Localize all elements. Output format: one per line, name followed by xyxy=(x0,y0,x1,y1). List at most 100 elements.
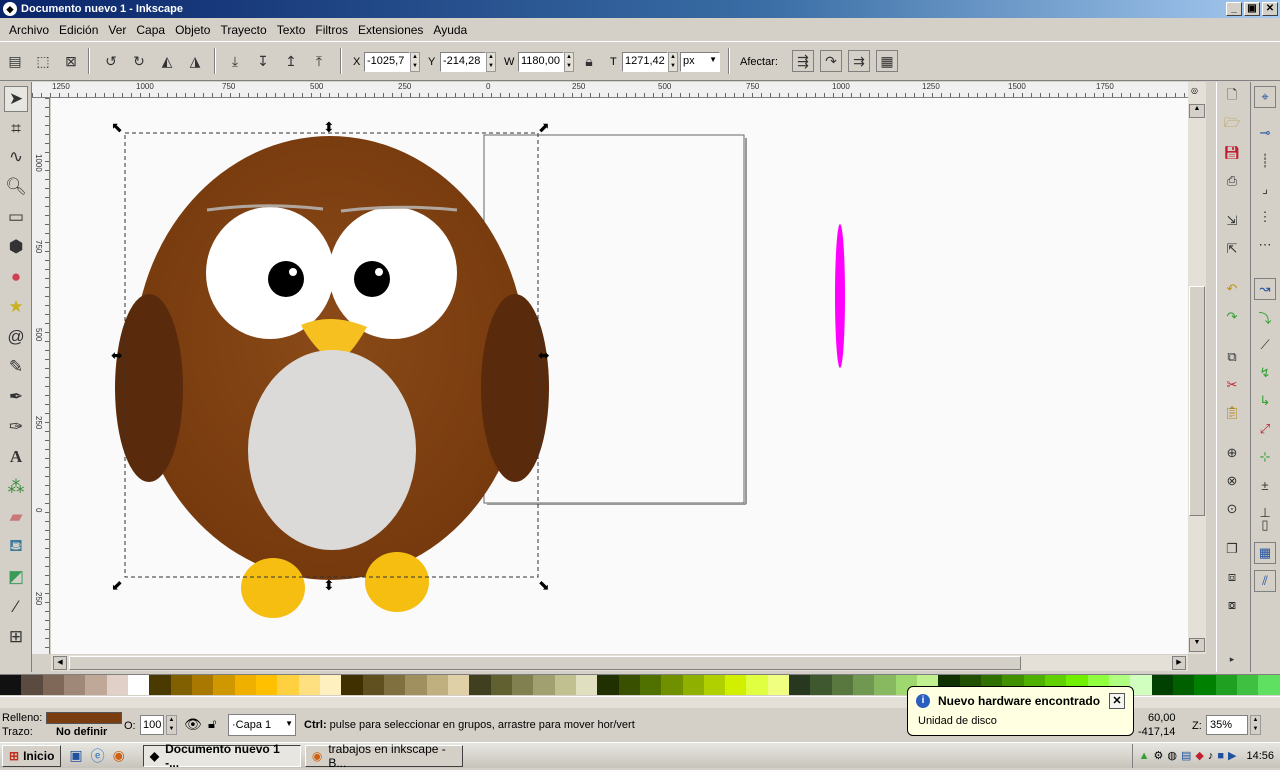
y-spinner[interactable]: ▲ ▼ xyxy=(486,52,496,72)
scale-handle-sw[interactable]: ⬋ xyxy=(111,577,123,593)
eraser-tool-icon[interactable]: ▰ xyxy=(4,504,28,530)
rotate-cw-icon[interactable]: ↻ xyxy=(128,50,150,72)
zoom-selection-icon[interactable]: ⊕ xyxy=(1221,442,1243,464)
cut-icon[interactable]: ✂ xyxy=(1221,374,1243,396)
horizontal-scrollbar[interactable]: ◀ ▶ xyxy=(51,655,1188,671)
height-input[interactable]: 1271,42 xyxy=(622,52,668,72)
scale-handle-w[interactable]: ⬌ xyxy=(111,347,123,363)
zoom-corner-icon[interactable]: ◎ xyxy=(1191,86,1198,95)
palette-swatch[interactable] xyxy=(1237,675,1259,695)
snap-paths-icon[interactable]: ⤵ xyxy=(1254,306,1276,328)
palette-swatch[interactable] xyxy=(405,675,427,695)
palette-swatch[interactable] xyxy=(533,675,555,695)
palette-swatch[interactable] xyxy=(1194,675,1216,695)
menu-ver[interactable]: Ver xyxy=(103,23,131,37)
palette-swatch[interactable] xyxy=(575,675,598,695)
import-icon[interactable]: ⇲ xyxy=(1221,210,1243,232)
duplicate-icon[interactable]: ❐ xyxy=(1221,538,1243,560)
palette-swatch[interactable] xyxy=(426,675,448,695)
snap-bbox-center-icon[interactable]: ⋯ xyxy=(1254,234,1276,256)
owl-belly[interactable] xyxy=(248,350,416,550)
palette-swatch[interactable] xyxy=(21,675,43,695)
redo-icon[interactable]: ↷ xyxy=(1221,306,1243,328)
star-tool-icon[interactable]: ★ xyxy=(4,294,28,320)
rotate-ccw-icon[interactable]: ↺ xyxy=(100,50,122,72)
palette-swatch[interactable] xyxy=(383,675,406,695)
paint-bucket-tool-icon[interactable]: ⛾ xyxy=(4,534,28,560)
palette-swatch[interactable] xyxy=(725,675,747,695)
close-button[interactable]: ✕ xyxy=(1262,2,1278,16)
palette-swatch[interactable] xyxy=(554,675,576,695)
opacity-input[interactable]: 100 xyxy=(140,715,164,735)
paste-icon[interactable]: 📋︎ xyxy=(1221,402,1243,424)
menu-filtros[interactable]: Filtros xyxy=(310,23,353,37)
palette-swatch[interactable] xyxy=(319,675,342,695)
connector-tool-icon[interactable]: ⊞ xyxy=(4,624,28,650)
opacity-spinner[interactable]: ▲ ▼ xyxy=(166,715,177,735)
height-spinner[interactable]: ▲ ▼ xyxy=(668,52,678,72)
pencil-tool-icon[interactable]: ✎ xyxy=(4,354,28,380)
scale-handle-e[interactable]: ⬌ xyxy=(538,347,550,363)
tray-security-icon[interactable]: ◆ xyxy=(1195,749,1203,762)
menu-texto[interactable]: Texto xyxy=(272,23,311,37)
raise-to-top-icon[interactable]: ⤒ xyxy=(308,50,330,72)
palette-swatch[interactable] xyxy=(85,675,107,695)
open-icon[interactable]: 🗁 xyxy=(1221,114,1243,136)
y-input[interactable]: -214,28 xyxy=(440,52,486,72)
selector-tool-icon[interactable]: ➤ xyxy=(4,86,28,112)
firefox-icon[interactable]: ◉ xyxy=(113,747,125,764)
menu-edicion[interactable]: Edición xyxy=(54,23,103,37)
x-spinner[interactable]: ▲ ▼ xyxy=(410,52,420,72)
palette-swatch[interactable] xyxy=(255,675,278,695)
print-icon[interactable]: ⎙ xyxy=(1221,170,1243,192)
palette-swatch[interactable] xyxy=(831,675,854,695)
snap-cusp-nodes-icon[interactable]: ↯ xyxy=(1254,362,1276,384)
eye-icon[interactable]: 👁︎ xyxy=(184,716,202,733)
palette-swatch[interactable] xyxy=(42,675,64,695)
menu-capa[interactable]: Capa xyxy=(131,23,170,37)
snap-intersections-icon[interactable]: ⟋ xyxy=(1254,334,1276,356)
scale-handle-s[interactable]: ⬍ xyxy=(323,577,335,593)
rectangle-tool-icon[interactable]: ▭ xyxy=(4,204,28,230)
clone-icon[interactable]: ⧈ xyxy=(1221,566,1243,588)
snap-bbox-edge-icon[interactable]: ┊ xyxy=(1254,150,1276,172)
palette-swatch[interactable] xyxy=(149,675,171,695)
palette-swatch[interactable] xyxy=(682,675,704,695)
palette-swatch[interactable] xyxy=(341,675,363,695)
snap-smooth-nodes-icon[interactable]: ↳ xyxy=(1254,390,1276,412)
magenta-ellipse[interactable] xyxy=(835,224,845,368)
maximize-button[interactable]: ▣ xyxy=(1244,2,1260,16)
scroll-down-icon[interactable]: ▼ xyxy=(1189,638,1205,652)
notification-balloon[interactable]: i Nuevo hardware encontrado ✕ Unidad de … xyxy=(907,686,1134,736)
vertical-scroll-thumb[interactable] xyxy=(1189,286,1205,516)
width-input[interactable]: 1180,00 xyxy=(518,52,564,72)
spray-tool-icon[interactable]: ⁂ xyxy=(4,474,28,500)
owl-left-pupil[interactable] xyxy=(268,261,304,297)
deselect-icon[interactable]: ⊠ xyxy=(60,50,82,72)
palette-swatch[interactable] xyxy=(661,675,683,695)
owl-right-eye[interactable] xyxy=(329,207,457,339)
palette-swatch[interactable] xyxy=(490,675,512,695)
snap-bbox-midpoint-icon[interactable]: ⋮ xyxy=(1254,206,1276,228)
scale-handle-se[interactable]: ⬊ xyxy=(538,577,550,593)
palette-swatch[interactable] xyxy=(0,675,22,695)
tray-network-icon[interactable]: ▲ xyxy=(1139,750,1150,762)
palette-swatch[interactable] xyxy=(853,675,875,695)
task-browser[interactable]: ◉ trabajos en inkscape - B... xyxy=(304,742,463,770)
palette-swatch[interactable] xyxy=(127,675,150,695)
chevron-right-icon[interactable]: ▸ xyxy=(1221,648,1243,670)
scale-handle-ne[interactable]: ⬈ xyxy=(538,119,550,135)
3d-box-tool-icon[interactable]: ⬢ xyxy=(4,234,28,260)
tray-disk-icon[interactable]: ◍ xyxy=(1167,749,1177,762)
scroll-up-icon[interactable]: ▲ xyxy=(1189,104,1205,118)
palette-swatch[interactable] xyxy=(362,675,384,695)
scale-handle-n[interactable]: ⬍ xyxy=(323,119,335,135)
snap-bbox-icon[interactable]: ⊸ xyxy=(1254,122,1276,144)
tray-hardware-icon[interactable]: ⚙ xyxy=(1153,749,1163,762)
flip-vertical-icon[interactable]: ◮ xyxy=(184,50,206,72)
palette-swatch[interactable] xyxy=(277,675,299,695)
new-document-icon[interactable]: 🗋 xyxy=(1221,86,1243,108)
save-icon[interactable]: 💾︎ xyxy=(1221,142,1243,164)
scroll-right-icon[interactable]: ▶ xyxy=(1172,656,1186,670)
horizontal-scroll-thumb[interactable] xyxy=(69,656,1021,670)
